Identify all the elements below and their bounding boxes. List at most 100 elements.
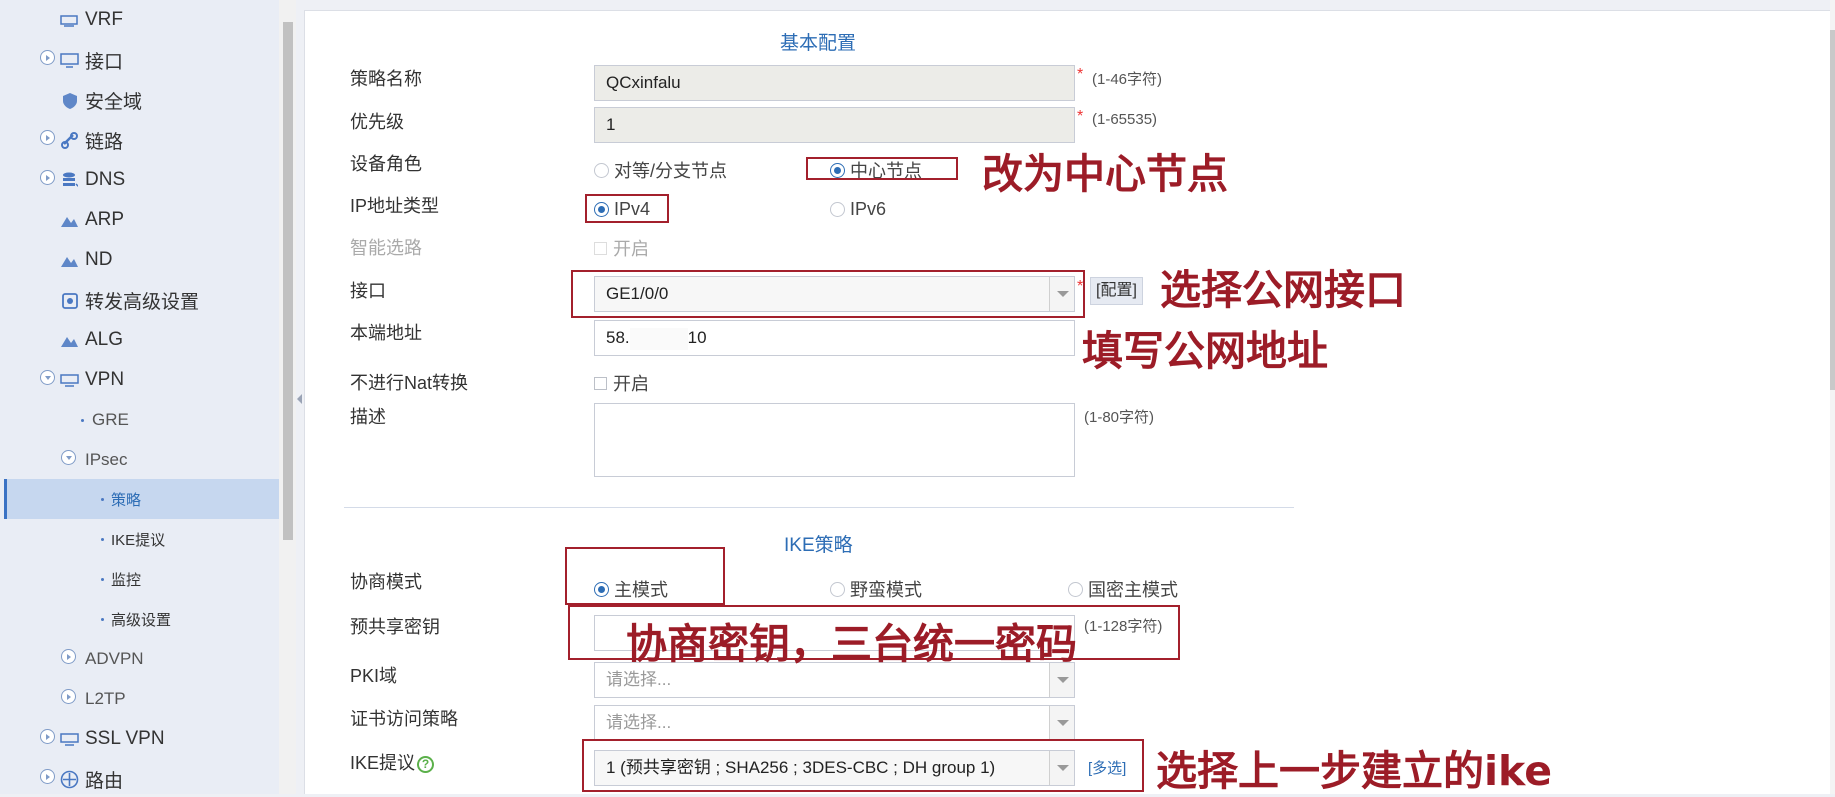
sidebar-item-label: 高级设置 (111, 611, 172, 629)
sidebar-item-route[interactable]: 路由 (0, 762, 279, 796)
cert-policy-select[interactable]: 请选择... (594, 705, 1075, 741)
sidebar-item-monitor[interactable]: 监控 (0, 562, 279, 596)
priority-label: 优先级 (350, 112, 404, 132)
no-nat-checkbox[interactable]: 开启 (594, 370, 649, 396)
expand-icon[interactable] (61, 649, 76, 664)
required-mark: * (1077, 66, 1084, 83)
expand-icon[interactable] (40, 50, 55, 65)
sidebar-item-vrf[interactable]: VRF (0, 3, 279, 37)
sidebar-item-l2tp[interactable]: L2TP (0, 682, 279, 716)
database-icon (60, 171, 79, 190)
sidebar-item-label: VPN (85, 369, 125, 390)
sidebar-item-gre[interactable]: GRE (0, 403, 279, 437)
smart-route-label: 智能选路 (350, 238, 422, 258)
interface-config-button[interactable]: [配置] (1090, 277, 1143, 305)
sidebar-item-link[interactable]: 链路 (0, 123, 279, 157)
policy-name-field[interactable]: QCxinfalu (594, 65, 1075, 101)
annotation-ike-proposal: 选择上一步建立的ike (1156, 747, 1553, 795)
required-mark: * (1077, 108, 1084, 125)
section-divider (344, 507, 1294, 508)
sidebar: VRF 接口 安全域 链路 DNS ARP ND 转发高级设置 ALG VPN … (0, 0, 279, 794)
smart-route-option-label: 开启 (613, 239, 649, 259)
local-address-suffix: 10 (687, 328, 707, 347)
role-peer-label: 对等/分支节点 (614, 161, 728, 181)
pki-domain-label: PKI域 (350, 666, 398, 686)
sidebar-splitter[interactable] (296, 0, 304, 794)
expand-icon[interactable] (40, 170, 55, 185)
sidebar-item-label: 策略 (111, 491, 142, 509)
settings-icon (60, 291, 79, 310)
vrf-icon (59, 11, 78, 30)
bullet-icon (81, 419, 84, 422)
annotation-box-main-mode (565, 547, 725, 605)
radio-icon (830, 581, 845, 597)
bullet-icon (101, 498, 104, 501)
sidebar-item-label: GRE (92, 410, 129, 429)
annotation-center-node: 改为中心节点 (982, 150, 1228, 198)
local-address-field[interactable]: 58. 10 (594, 320, 1075, 356)
main-scrollbar-thumb[interactable] (1830, 30, 1835, 390)
sidebar-item-interface[interactable]: 接口 (0, 43, 279, 77)
sidebar-item-label: DNS (85, 169, 126, 190)
shield-icon (60, 91, 79, 110)
no-nat-option-label: 开启 (613, 374, 649, 394)
sidebar-item-ike-proposal[interactable]: IKE提议 (0, 522, 279, 556)
priority-field[interactable]: 1 (594, 107, 1075, 143)
redacted-mask (629, 327, 688, 350)
annotation-box-center-node (806, 157, 958, 180)
checkbox-icon (594, 241, 607, 255)
collapse-icon[interactable] (40, 370, 55, 385)
mode-gm-label: 国密主模式 (1088, 580, 1178, 600)
arp-icon (60, 211, 79, 230)
sidebar-item-label: VRF (85, 9, 123, 30)
link-icon (60, 131, 79, 150)
collapse-arrow-icon[interactable] (297, 394, 302, 404)
sidebar-item-vpn[interactable]: VPN (0, 363, 279, 397)
sidebar-item-ipsec[interactable]: IPsec (0, 443, 279, 477)
description-label: 描述 (350, 407, 386, 427)
sidebar-item-label: ARP (85, 209, 125, 230)
negotiation-mode-label: 协商模式 (350, 572, 422, 592)
role-peer-radio[interactable]: 对等/分支节点 (594, 157, 727, 183)
expand-icon[interactable] (40, 729, 55, 744)
sidebar-item-advpn[interactable]: ADVPN (0, 642, 279, 676)
sidebar-item-ssl-vpn[interactable]: SSL VPN (0, 722, 279, 756)
sidebar-scrollbar-thumb[interactable] (283, 22, 293, 540)
ike-proposal-label-text: IKE提议 (350, 753, 416, 773)
chevron-down-icon[interactable] (1049, 706, 1074, 740)
mode-gm-radio[interactable]: 国密主模式 (1068, 576, 1178, 602)
sidebar-item-dns[interactable]: DNS (0, 163, 279, 197)
sidebar-item-label: SSL VPN (85, 728, 165, 749)
sidebar-item-label: 链路 (85, 131, 124, 153)
expand-icon[interactable] (40, 769, 55, 784)
device-role-label: 设备角色 (350, 154, 422, 174)
annotation-box-ike-proposal (582, 739, 1144, 792)
sidebar-item-label: 路由 (85, 770, 124, 792)
basic-config-title: 基本配置 (780, 33, 857, 54)
mode-aggressive-label: 野蛮模式 (850, 580, 922, 600)
alg-icon (60, 331, 79, 350)
sidebar-item-arp[interactable]: ARP (0, 203, 279, 237)
ike-policy-title: IKE策略 (784, 535, 853, 556)
sidebar-item-security-zone[interactable]: 安全域 (0, 83, 279, 117)
sidebar-item-nd[interactable]: ND (0, 243, 279, 277)
local-address-prefix: 58. (606, 328, 630, 347)
collapse-icon[interactable] (61, 450, 76, 465)
sidebar-item-advanced[interactable]: 高级设置 (0, 602, 279, 636)
description-textarea[interactable] (594, 403, 1075, 477)
ipv6-radio[interactable]: IPv6 (830, 199, 886, 220)
sidebar-item-alg[interactable]: ALG (0, 323, 279, 357)
mode-aggressive-radio[interactable]: 野蛮模式 (830, 576, 922, 602)
expand-icon[interactable] (40, 130, 55, 145)
smart-route-checkbox[interactable]: 开启 (594, 235, 649, 261)
policy-name-label: 策略名称 (350, 69, 422, 89)
sidebar-item-forwarding-advanced[interactable]: 转发高级设置 (0, 283, 279, 317)
help-icon[interactable]: ? (417, 755, 435, 773)
bullet-icon (101, 538, 104, 541)
ssl-vpn-icon (60, 730, 79, 749)
sidebar-item-policy[interactable]: 策略 (0, 482, 279, 516)
bullet-icon (101, 578, 104, 581)
expand-icon[interactable] (61, 689, 76, 704)
sidebar-item-label: IPsec (85, 450, 128, 469)
interface-label: 接口 (350, 281, 386, 301)
